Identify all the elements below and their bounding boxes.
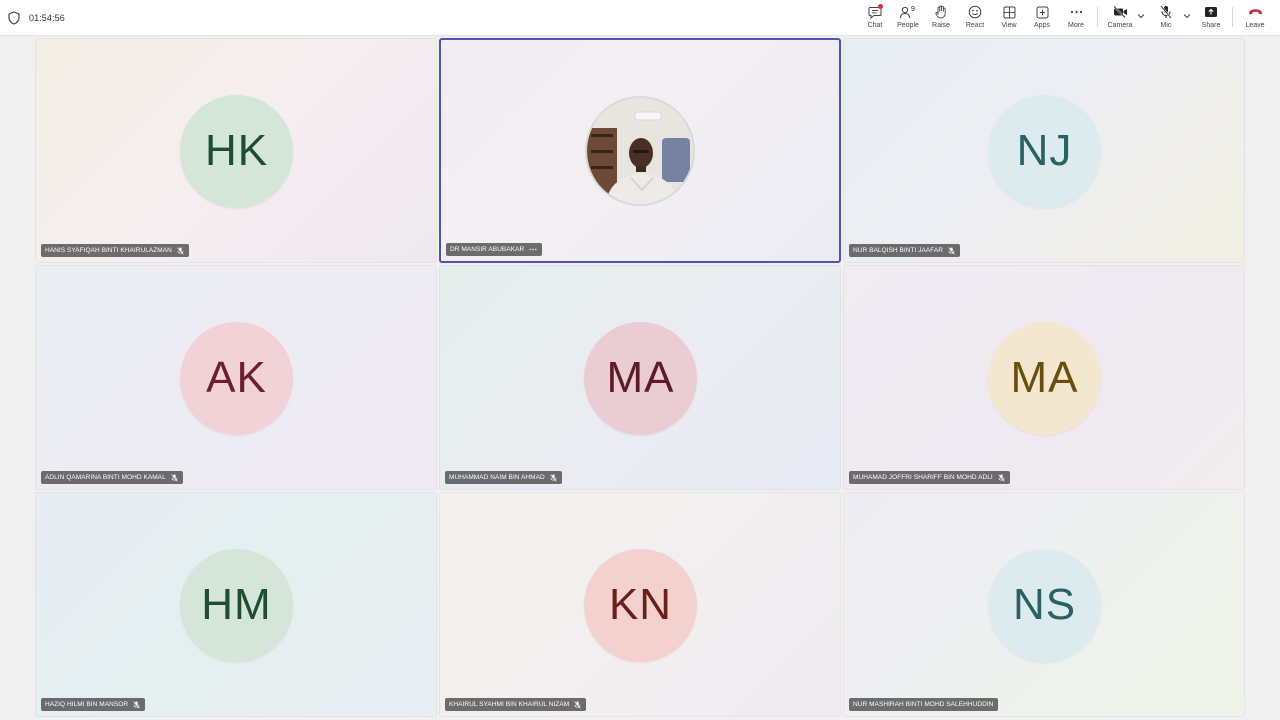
- participant-avatar: MA: [988, 321, 1101, 435]
- camera-options-chevron-icon[interactable]: [1137, 13, 1145, 19]
- participant-tile[interactable]: MA MUHAMAD JOFFRI SHARIFF BIN MOHD ADLI: [843, 265, 1245, 490]
- participant-name-tag: MUHAMAD JOFFRI SHARIFF BIN MOHD ADLI: [849, 471, 1010, 484]
- participant-name: NUR BALQISH BINTI JAAFAR: [853, 247, 944, 254]
- apps-label: Apps: [1034, 22, 1050, 29]
- participant-video: [585, 95, 695, 206]
- chat-notification-dot: [878, 4, 883, 9]
- participant-tile[interactable]: AK ADLIN QAMARINA BINTI MOHD KAMAL: [35, 265, 437, 490]
- participant-name-tag: KHAIRUL SYAHMI BIN KHAIRUL NIZAM: [445, 698, 587, 711]
- people-count: 9: [911, 6, 915, 13]
- participant-name: ADLIN QAMARINA BINTI MOHD KAMAL: [45, 474, 166, 481]
- react-button[interactable]: React: [966, 4, 984, 32]
- participant-tile[interactable]: KN KHAIRUL SYAHMI BIN KHAIRUL NIZAM: [439, 492, 841, 717]
- participant-avatar: NS: [988, 548, 1101, 662]
- participant-name: HAZIQ HILMI BIN MANSOR: [45, 701, 129, 708]
- participant-name-tag: HAZIQ HILMI BIN MANSOR: [41, 698, 146, 711]
- participant-tile-active-speaker[interactable]: DR MANSIR ABUBAKAR: [439, 38, 841, 263]
- hand-icon: [933, 4, 949, 20]
- view-label: View: [1001, 22, 1017, 29]
- toolbar-divider: [1097, 7, 1098, 27]
- participant-tile[interactable]: NS NUR MASHIRAH BINTI MOHD SALEHHUDDIN: [843, 492, 1245, 717]
- people-icon: 9: [898, 4, 918, 20]
- participant-name-tag: NUR BALQISH BINTI JAAFAR: [849, 244, 961, 257]
- mic-muted-icon: [550, 473, 557, 482]
- leave-label: Leave: [1245, 22, 1265, 29]
- participant-avatar: KN: [584, 548, 697, 662]
- chat-icon: [867, 4, 883, 20]
- participant-name: NUR MASHIRAH BINTI MOHD SALEHHUDDIN: [853, 701, 994, 708]
- camera-label: Camera: [1107, 22, 1133, 29]
- participant-name: KHAIRUL SYAHMI BIN KHAIRUL NIZAM: [449, 701, 570, 708]
- participant-name-tag: MUHAMMAD NAIM BIN AHMAD: [445, 471, 562, 484]
- toolbar-divider: [1232, 7, 1233, 27]
- participant-name: MUHAMAD JOFFRI SHARIFF BIN MOHD ADLI: [853, 474, 993, 481]
- camera-off-icon: [1112, 4, 1128, 20]
- participant-avatar: HK: [180, 94, 293, 208]
- view-button[interactable]: View: [1000, 4, 1018, 32]
- react-label: React: [965, 22, 985, 29]
- mic-options-chevron-icon[interactable]: [1183, 13, 1191, 19]
- participant-name-tag: HANIS SYAFIQAH BINTI KHAIRULAZMAN: [41, 244, 189, 257]
- raise-label: Raise: [932, 22, 950, 29]
- mic-muted-icon: [177, 246, 184, 255]
- more-label: More: [1068, 22, 1084, 29]
- more-options-icon: [1068, 4, 1084, 20]
- hang-up-icon: [1247, 4, 1263, 20]
- share-button[interactable]: Share: [1202, 4, 1220, 32]
- participant-name-tag: ADLIN QAMARINA BINTI MOHD KAMAL: [41, 471, 183, 484]
- mic-muted-icon: [171, 473, 178, 482]
- mic-button[interactable]: Mic: [1157, 4, 1175, 32]
- people-label: People: [897, 22, 919, 29]
- people-button[interactable]: 9 People: [897, 4, 919, 32]
- participant-name-tag: DR MANSIR ABUBAKAR: [446, 243, 543, 256]
- more-options-icon[interactable]: [529, 248, 537, 251]
- mic-muted-icon: [948, 246, 955, 255]
- participant-avatar: NJ: [988, 94, 1101, 208]
- participant-avatar: MA: [584, 321, 697, 435]
- participant-tile[interactable]: HM HAZIQ HILMI BIN MANSOR: [35, 492, 437, 717]
- more-button[interactable]: More: [1067, 4, 1085, 32]
- participant-name: HANIS SYAFIQAH BINTI KHAIRULAZMAN: [45, 247, 172, 254]
- mic-muted-icon: [574, 700, 581, 709]
- mic-off-icon: [1158, 4, 1174, 20]
- leave-button[interactable]: Leave: [1245, 4, 1265, 32]
- meeting-duration: 01:54:56: [29, 13, 65, 23]
- apps-button[interactable]: Apps: [1033, 4, 1051, 32]
- participant-avatar: AK: [180, 321, 293, 435]
- add-app-icon: [1034, 4, 1050, 20]
- meeting-timer: 01:54:56: [8, 10, 65, 26]
- mic-muted-icon: [998, 473, 1005, 482]
- share-label: Share: [1201, 22, 1221, 29]
- chat-button[interactable]: Chat: [866, 4, 884, 32]
- participant-name: MUHAMMAD NAIM BIN AHMAD: [449, 474, 545, 481]
- mic-muted-icon: [133, 700, 140, 709]
- participant-grid: HK HANIS SYAFIQAH BINTI KHAIRULAZMAN DR …: [35, 38, 1245, 720]
- participant-video-feed: [587, 97, 693, 204]
- grid-view-icon: [1001, 4, 1017, 20]
- mic-label: Mic: [1160, 22, 1172, 29]
- shield-icon: [8, 11, 20, 25]
- meeting-toolbar: 01:54:56 Chat 9 People Raise React View …: [0, 0, 1280, 36]
- raise-hand-button[interactable]: Raise: [932, 4, 950, 32]
- participant-tile[interactable]: HK HANIS SYAFIQAH BINTI KHAIRULAZMAN: [35, 38, 437, 263]
- participant-tile[interactable]: MA MUHAMMAD NAIM BIN AHMAD: [439, 265, 841, 490]
- camera-button[interactable]: Camera: [1107, 4, 1133, 32]
- smiley-icon: [967, 4, 983, 20]
- share-screen-icon: [1203, 4, 1219, 20]
- participant-avatar: HM: [180, 548, 293, 662]
- participant-name: DR MANSIR ABUBAKAR: [450, 246, 525, 253]
- chat-label: Chat: [867, 22, 883, 29]
- participant-name-tag: NUR MASHIRAH BINTI MOHD SALEHHUDDIN: [849, 698, 999, 711]
- participant-tile[interactable]: NJ NUR BALQISH BINTI JAAFAR: [843, 38, 1245, 263]
